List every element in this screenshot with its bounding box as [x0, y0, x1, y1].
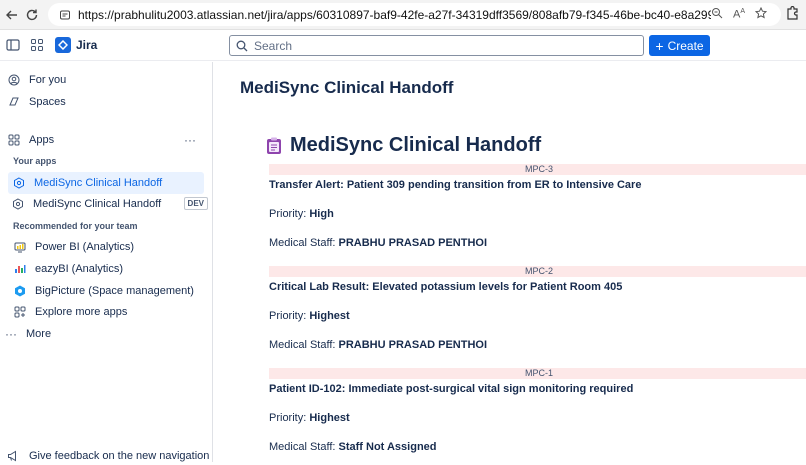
search-input[interactable]: Search	[229, 35, 644, 56]
staff-value: Staff Not Assigned	[338, 441, 437, 453]
more-options-icon[interactable]: ···	[184, 133, 196, 147]
sidebar-item-spaces[interactable]: Spaces	[0, 91, 212, 113]
eazybi-icon	[13, 262, 27, 276]
sidebar-item-label: Apps	[29, 134, 55, 146]
sidebar-item-for-you[interactable]: For you	[0, 69, 212, 91]
priority-line: Priority: High	[269, 208, 334, 220]
refresh-icon[interactable]	[20, 3, 44, 27]
sidebar-item-medisync[interactable]: MediSync Clinical Handoff	[8, 172, 204, 194]
sidebar: For you Spaces Apps ··· Your apps MediSy…	[0, 62, 213, 462]
bigpicture-icon	[13, 284, 27, 298]
sidebar-item-label: More	[26, 328, 52, 340]
plus-icon: +	[655, 37, 664, 54]
sidebar-item-power-bi[interactable]: Power BI (Analytics)	[0, 236, 212, 258]
app-title: MediSync Clinical Handoff	[290, 134, 542, 156]
main-content: MediSync Clinical Handoff MediSync Clini…	[214, 62, 806, 462]
issue-key[interactable]: MPC-3	[269, 164, 806, 175]
sidebar-item-more[interactable]: ··· More	[0, 323, 212, 345]
priority-value: Highest	[309, 310, 350, 322]
feedback-megaphone-icon	[7, 450, 21, 462]
staff-line: Medical Staff: PRABHU PRASAD PENTHOI	[269, 237, 488, 249]
sidebar-item-label: Explore more apps	[35, 306, 128, 318]
url-text: https://prabhulitu2003.atlassian.net/jir…	[78, 7, 711, 22]
read-aloud-icon[interactable]: AA	[733, 8, 745, 21]
apps-grid-icon	[7, 133, 21, 147]
handoff-card: MPC-3 Transfer Alert: Patient 309 pendin…	[269, 164, 806, 249]
zoom-icon[interactable]	[711, 7, 723, 22]
sidebar-item-label: MediSync Clinical Handoff	[33, 198, 162, 210]
forge-app-icon	[11, 197, 25, 211]
feedback-link[interactable]: Give feedback on the new navigation	[0, 447, 212, 465]
priority-line: Priority: Highest	[269, 310, 350, 322]
sidebar-item-label: MediSync Clinical Handoff	[34, 177, 163, 189]
forge-app-icon	[12, 176, 26, 190]
create-label: Create	[667, 38, 704, 53]
app-heading: MediSync Clinical Handoff	[266, 134, 541, 157]
search-icon	[236, 40, 248, 51]
address-bar[interactable]: https://prabhulitu2003.atlassian.net/jir…	[48, 3, 781, 26]
sidebar-item-apps[interactable]: Apps ···	[0, 129, 212, 151]
clipboard-app-icon	[267, 137, 281, 154]
explore-apps-icon	[13, 305, 27, 319]
sidebar-item-label: Spaces	[29, 96, 66, 108]
sidebar-item-label: BigPicture (Space management)	[35, 285, 194, 297]
search-placeholder: Search	[254, 38, 293, 53]
sidebar-item-bigpicture[interactable]: BigPicture (Space management)	[0, 280, 212, 302]
site-info-icon[interactable]	[58, 8, 72, 22]
extensions-icon[interactable]	[784, 5, 802, 24]
sidebar-item-label: eazyBI (Analytics)	[35, 263, 124, 275]
page-title: MediSync Clinical Handoff	[240, 78, 454, 97]
issue-key[interactable]: MPC-1	[269, 368, 806, 379]
feedback-label: Give feedback on the new navigation	[29, 450, 210, 462]
priority-value: High	[309, 208, 334, 220]
sidebar-item-eazybi[interactable]: eazyBI (Analytics)	[0, 258, 212, 280]
product-name[interactable]: Jira	[76, 38, 97, 52]
jira-logo-icon[interactable]	[55, 37, 71, 53]
create-button[interactable]: + Create	[649, 35, 710, 56]
handoff-card: MPC-2 Critical Lab Result: Elevated pota…	[269, 266, 806, 351]
recommended-heading: Recommended for your team	[13, 221, 138, 231]
sidebar-item-label: Power BI (Analytics)	[35, 241, 135, 253]
priority-line: Priority: Highest	[269, 412, 350, 424]
spaces-icon	[7, 95, 21, 109]
sidebar-item-explore-apps[interactable]: Explore more apps	[0, 301, 212, 323]
sidebar-item-label: For you	[29, 74, 67, 86]
priority-value: Highest	[309, 412, 350, 424]
browser-toolbar: https://prabhulitu2003.atlassian.net/jir…	[0, 0, 806, 30]
app-switcher-icon[interactable]	[30, 38, 46, 54]
dev-badge: DEV	[183, 197, 208, 210]
sidebar-item-medisync-dev[interactable]: MediSync Clinical Handoff DEV	[0, 193, 212, 215]
power-bi-icon	[13, 240, 27, 254]
card-title: Patient ID-102: Immediate post-surgical …	[269, 383, 634, 395]
issue-key[interactable]: MPC-2	[269, 266, 806, 277]
staff-line: Medical Staff: Staff Not Assigned	[269, 441, 437, 453]
card-title: Critical Lab Result: Elevated potassium …	[269, 281, 623, 293]
card-title: Transfer Alert: Patient 309 pending tran…	[269, 179, 642, 191]
user-circle-icon	[7, 73, 21, 87]
favorite-star-icon[interactable]	[754, 6, 768, 22]
more-dots-icon: ···	[5, 327, 17, 341]
your-apps-heading: Your apps	[13, 156, 57, 166]
staff-line: Medical Staff: PRABHU PRASAD PENTHOI	[269, 339, 488, 351]
staff-value: PRABHU PRASAD PENTHOI	[338, 339, 488, 351]
handoff-card: MPC-1 Patient ID-102: Immediate post-sur…	[269, 368, 806, 453]
sidebar-toggle-icon[interactable]	[6, 38, 22, 54]
staff-value: PRABHU PRASAD PENTHOI	[338, 237, 488, 249]
